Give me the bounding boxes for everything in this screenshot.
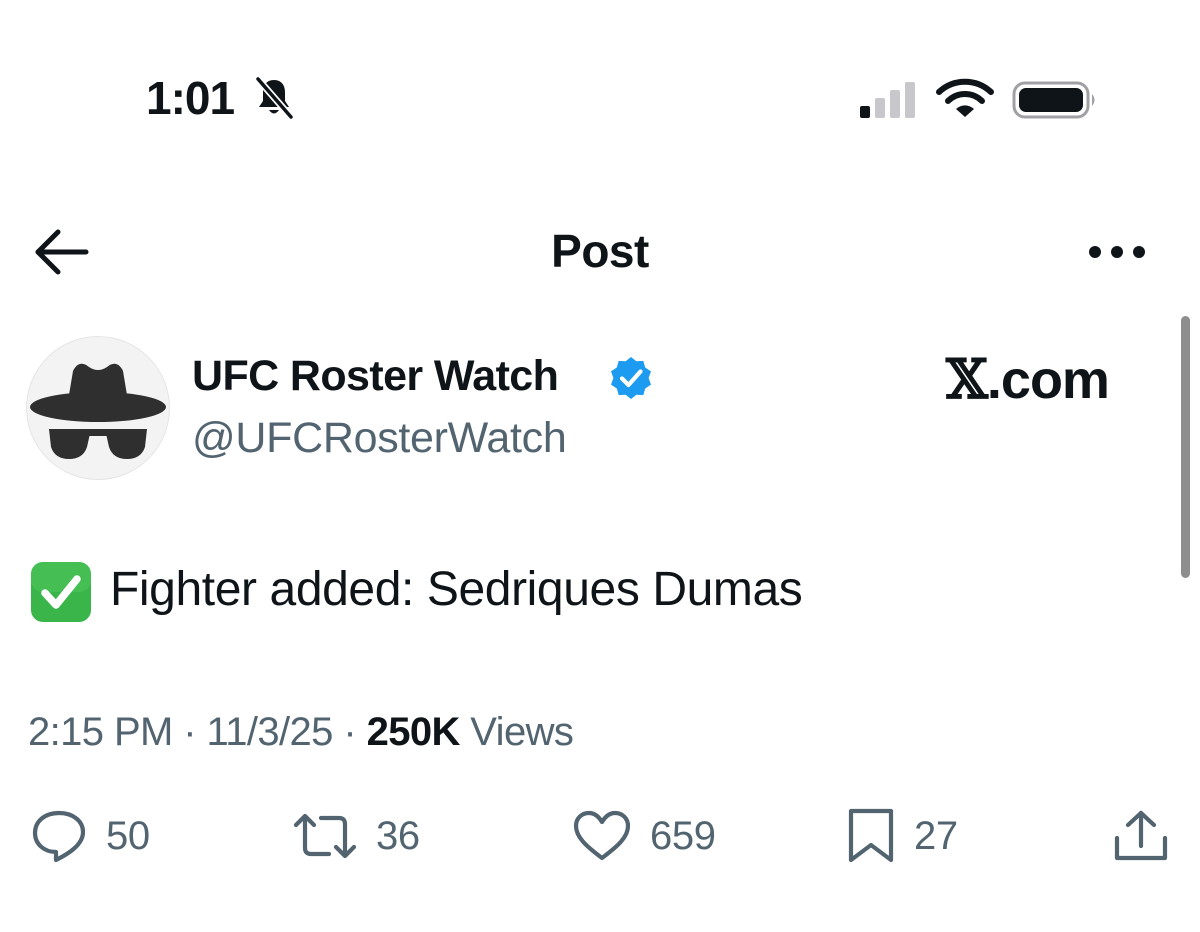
post-time[interactable]: 2:15 PM xyxy=(28,710,173,754)
post-text: Fighter added: Sedriques Dumas xyxy=(110,563,803,616)
share-icon xyxy=(1114,810,1168,861)
meta-separator: · xyxy=(172,710,207,754)
repost-count: 36 xyxy=(376,814,420,858)
repost-icon xyxy=(293,813,357,859)
wifi-icon xyxy=(936,78,994,117)
bookmark-icon xyxy=(848,808,894,863)
more-horizontal-icon[interactable] xyxy=(1084,232,1150,272)
share-button[interactable] xyxy=(1112,808,1170,864)
x-logo-text: 𝕏 xyxy=(946,347,988,411)
like-count: 659 xyxy=(650,814,716,858)
author-display-name[interactable]: UFC Roster Watch xyxy=(192,350,559,402)
avatar[interactable] xyxy=(26,336,170,480)
page-title: Post xyxy=(551,225,649,277)
scrollbar[interactable] xyxy=(1181,316,1190,578)
bell-slash-icon xyxy=(255,76,294,120)
meta-separator: · xyxy=(332,710,367,754)
views-label[interactable]: Views xyxy=(460,710,574,754)
like-button[interactable]: 659 xyxy=(572,808,716,864)
post-meta: 2:15 PM · 11/3/25 · 250K Views xyxy=(28,707,574,757)
heart-icon xyxy=(573,810,631,861)
reply-count: 50 xyxy=(106,814,150,858)
signal-icon xyxy=(860,82,915,118)
post-date[interactable]: 11/3/25 xyxy=(207,710,334,754)
bookmark-button[interactable]: 27 xyxy=(846,808,958,864)
battery-icon xyxy=(1012,81,1095,119)
reply-button[interactable]: 50 xyxy=(30,808,150,864)
verified-badge-icon[interactable] xyxy=(608,355,654,401)
check-mark-button-icon xyxy=(31,562,91,622)
watermark-suffix: .com xyxy=(986,350,1110,410)
author-handle[interactable]: @UFCRosterWatch xyxy=(192,412,567,464)
status-time: 1:01 xyxy=(146,72,235,124)
x-com-watermark: 𝕏.com xyxy=(946,347,1110,411)
repost-button[interactable]: 36 xyxy=(292,808,420,864)
incognito-hat-glasses-icon xyxy=(30,363,166,459)
bookmark-count: 27 xyxy=(914,814,958,858)
views-count[interactable]: 250K xyxy=(367,710,461,754)
reply-icon xyxy=(32,810,86,863)
